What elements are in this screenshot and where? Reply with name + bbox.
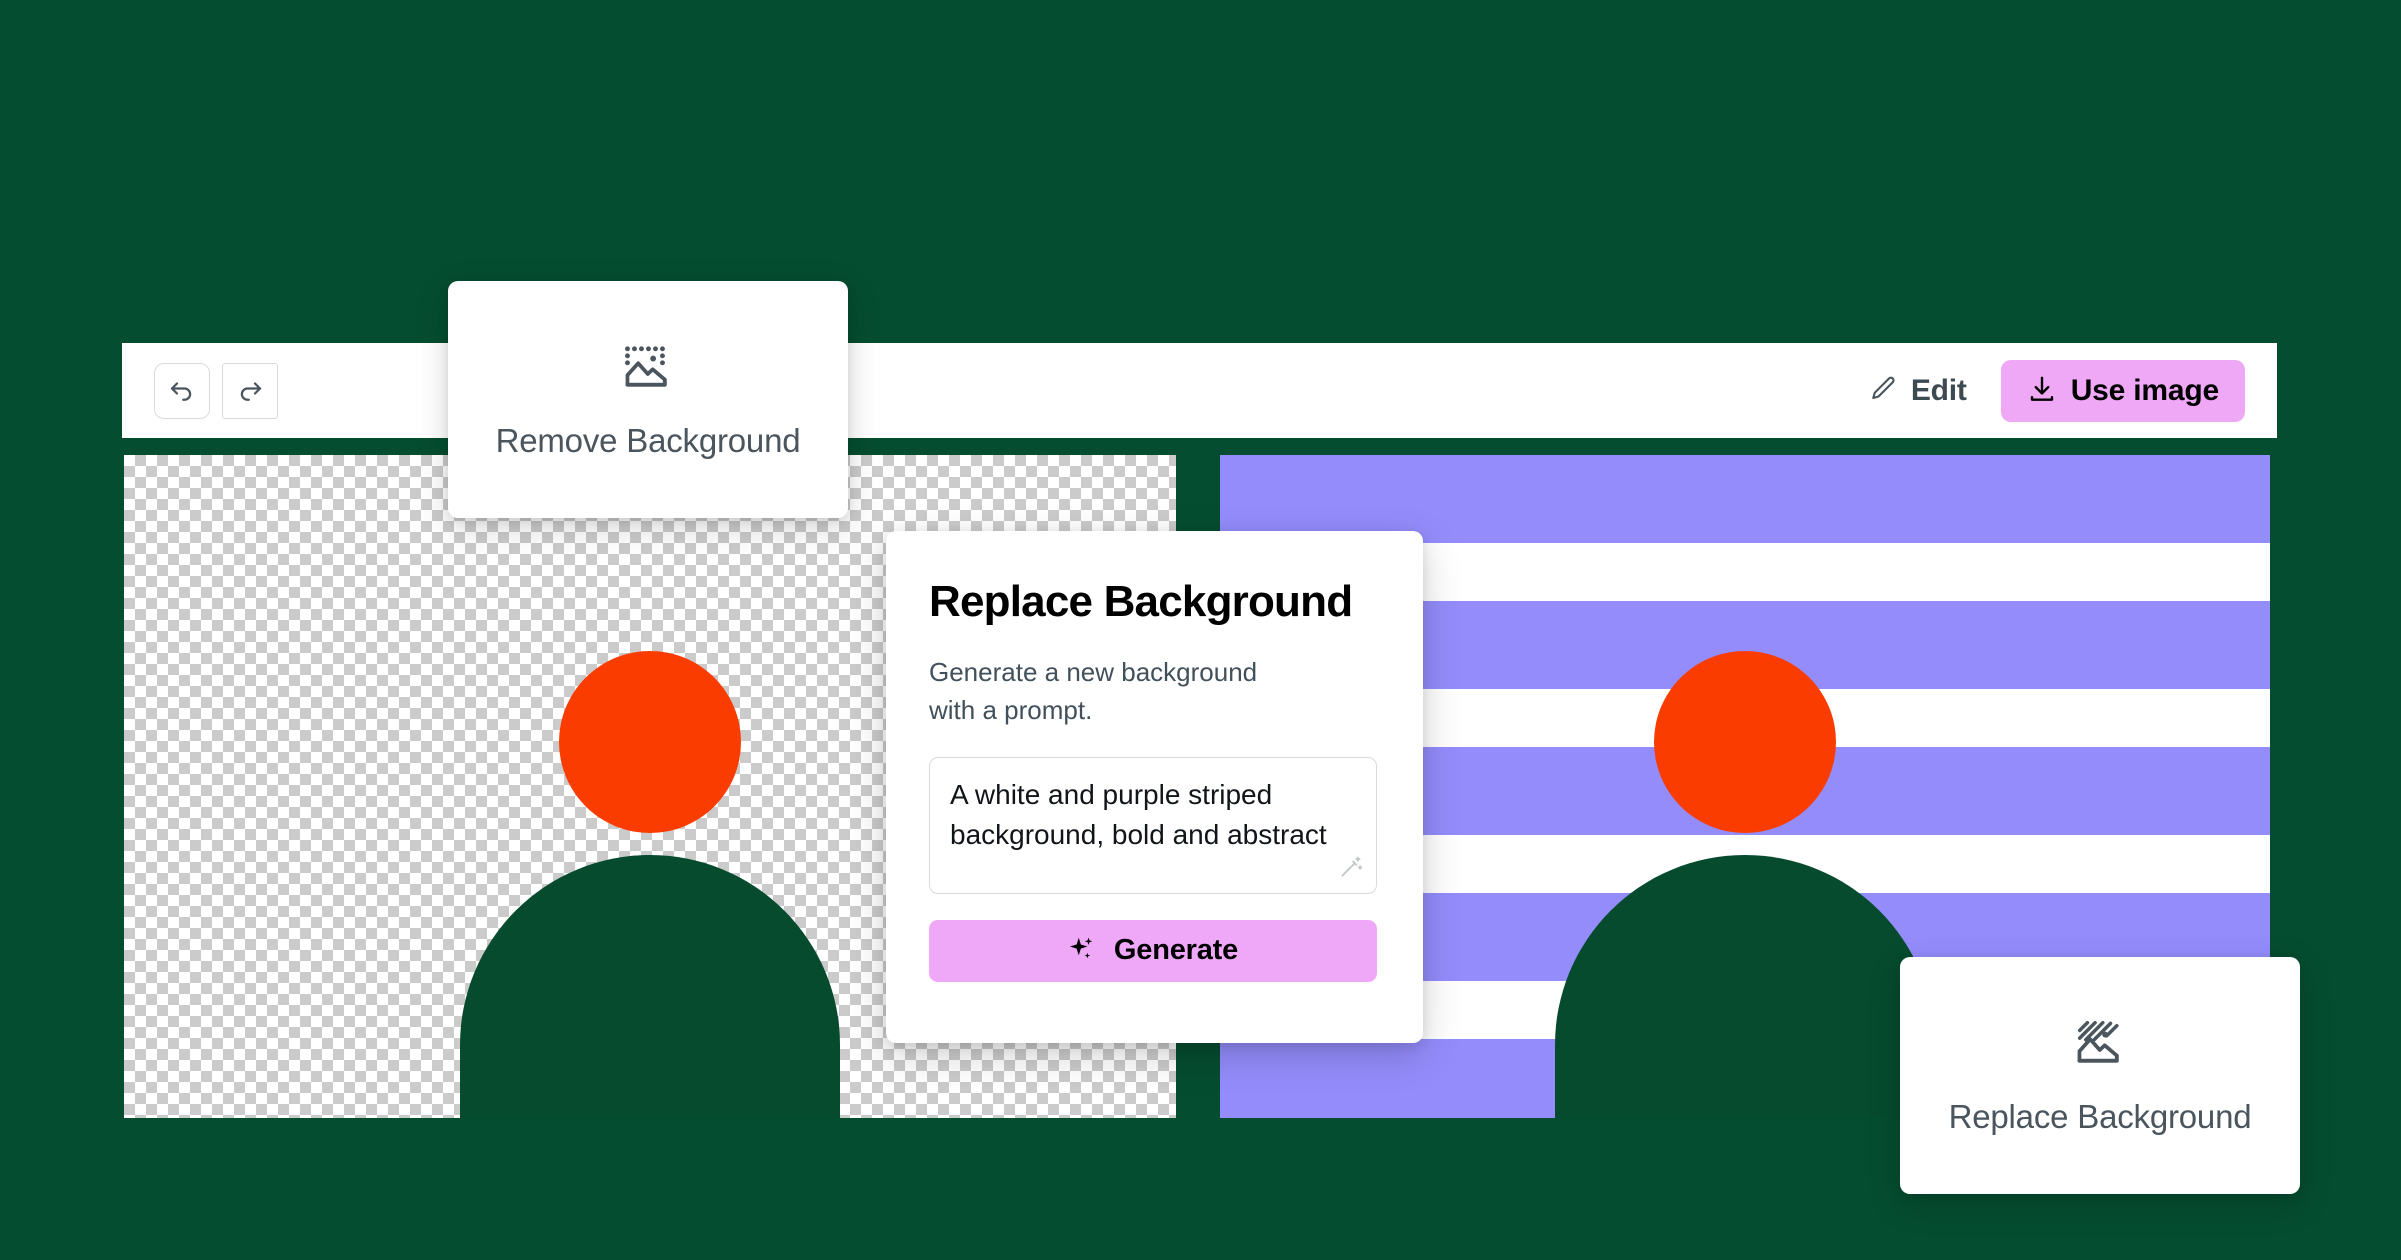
generate-button-label: Generate: [1113, 934, 1239, 967]
toolbar-history-group: [154, 362, 278, 419]
replace-background-image-icon: [2072, 1015, 2128, 1076]
avatar-head: [1654, 651, 1836, 833]
avatar-head: [559, 651, 741, 833]
prompt-field[interactable]: [929, 756, 1377, 894]
pencil-icon: [1868, 374, 1898, 407]
sparkle-icon: [1068, 935, 1096, 966]
undo-arrow-icon: [167, 376, 197, 406]
undo-button[interactable]: [154, 362, 210, 419]
generate-button[interactable]: Generate: [929, 919, 1377, 982]
replace-background-card[interactable]: Replace Background: [1900, 957, 2300, 1194]
replace-background-dialog: Replace Background Generate a new backgr…: [886, 531, 1423, 1043]
avatar-body: [1555, 855, 1935, 1118]
prompt-input[interactable]: [950, 774, 1356, 876]
remove-background-image-icon: [620, 339, 676, 400]
redo-arrow-icon: [235, 376, 265, 406]
replace-background-card-label: Replace Background: [1948, 1098, 2252, 1135]
use-image-button-label: Use image: [2070, 373, 2219, 407]
editor-toolbar: Edit Use image: [122, 343, 2277, 438]
dialog-title: Replace Background: [929, 577, 1353, 626]
redo-button[interactable]: [222, 362, 278, 419]
edit-button-label: Edit: [1910, 373, 1967, 407]
use-image-button[interactable]: Use image: [2000, 359, 2245, 422]
avatar-body: [460, 855, 840, 1118]
magic-wand-icon[interactable]: [1338, 854, 1364, 885]
dialog-description: Generate a new background with a prompt.: [929, 657, 1258, 726]
edit-button[interactable]: Edit: [1862, 370, 1973, 412]
remove-background-card[interactable]: Remove Background: [448, 281, 848, 518]
avatar-figure-before: [410, 455, 890, 1118]
download-icon: [2027, 374, 2057, 407]
toolbar-actions-group: Edit Use image: [1862, 359, 2245, 422]
remove-background-card-label: Remove Background: [495, 422, 801, 459]
